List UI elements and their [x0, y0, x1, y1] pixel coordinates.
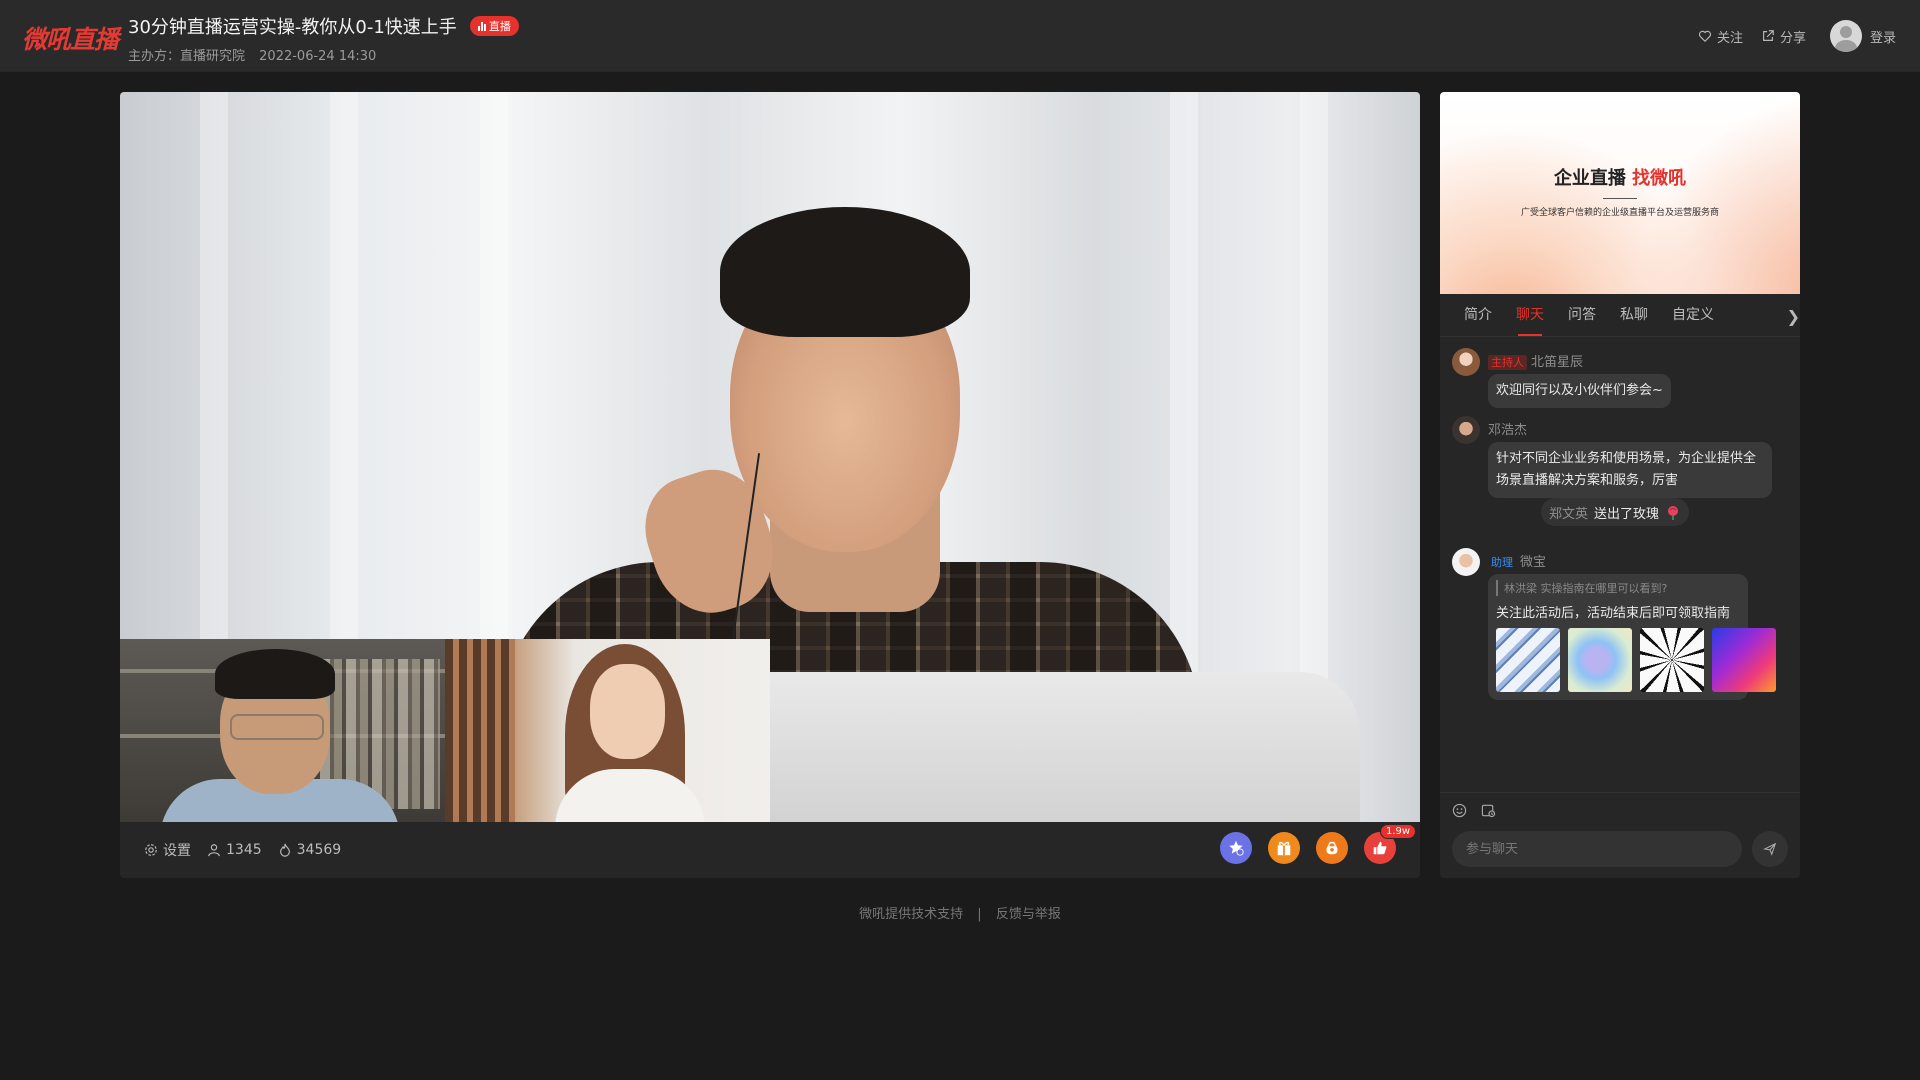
live-badge-label: 直播 — [488, 20, 511, 33]
image-thumbnail[interactable] — [1640, 628, 1704, 692]
share-button[interactable]: 分享 — [1761, 27, 1806, 46]
side-panel: 企业直播 找微吼 广受全球客户信赖的企业级直播平台及运营服务商 简介 聊天 问答… — [1440, 92, 1800, 878]
role-tag-assistant: 助理 — [1491, 556, 1513, 569]
title-block: 30分钟直播运营实操-教你从0-1快速上手 直播 主办方：直播研究院 2022-… — [128, 13, 519, 64]
heat-count-value: 34569 — [296, 842, 342, 858]
login-button[interactable]: 登录 — [1829, 20, 1896, 52]
like-button[interactable]: 1.9w — [1364, 824, 1417, 864]
login-label: 登录 — [1869, 30, 1896, 46]
user-avatar — [1452, 416, 1480, 444]
banner-title-part1: 企业直播 — [1553, 168, 1626, 189]
share-icon — [1763, 30, 1774, 41]
image-upload-icon[interactable] — [1481, 803, 1496, 818]
share-label: 分享 — [1779, 30, 1806, 46]
person-icon — [208, 844, 220, 857]
top-actions: 关注 分享 登录 — [1698, 20, 1896, 52]
guest-video-1[interactable] — [120, 639, 445, 822]
logo[interactable]: 微吼直播 — [22, 20, 119, 56]
guest-video-2[interactable] — [445, 639, 770, 822]
viewer-count: 1345 — [207, 840, 262, 860]
chat-list: 主持人 北笛星辰 欢迎同行以及小伙伴们参会~ 邓浩杰 针对不同企业业务和使用场景，… — [1440, 336, 1800, 784]
gift-text: 送出了玫瑰 — [1594, 506, 1660, 522]
chat-sender: 助理 微宝 — [1488, 551, 1546, 570]
chat-bubble: 针对不同企业业务和使用场景，为企业提供全 场景直播解决方案和服务，厉害 — [1488, 442, 1772, 498]
lucky-bag-icon — [1326, 841, 1338, 855]
viewer-count-value: 1345 — [226, 842, 262, 858]
chat-bubble-line-2: 场景直播解决方案和服务，厉害 — [1496, 473, 1679, 488]
star-clock-icon — [1229, 840, 1244, 856]
chat-bubble: 欢迎同行以及小伙伴们参会~ — [1488, 374, 1671, 408]
chevron-right-icon[interactable]: ❯ — [1787, 307, 1800, 326]
sender-name: 北笛星辰 — [1531, 355, 1584, 370]
event-meta: 主办方：直播研究院 2022-06-24 14:30 — [128, 45, 519, 64]
composer-tools — [1452, 803, 1496, 818]
role-tag-host: 主持人 — [1488, 355, 1527, 370]
chat-input[interactable] — [1452, 831, 1742, 867]
video-player: 设置 1345 34569 1.9w — [120, 92, 1420, 878]
live-badge: 直播 — [469, 16, 519, 36]
sender-name: 微宝 — [1520, 555, 1547, 570]
settings-button[interactable]: 设置 — [144, 840, 191, 860]
quoted-question: 林洪梁 实操指南在哪里可以看到? — [1496, 580, 1667, 596]
laptop — [760, 672, 1360, 822]
send-button[interactable] — [1752, 831, 1788, 867]
tab-qa[interactable]: 问答 — [1556, 294, 1608, 336]
organizer-text: 主办方：直播研究院 — [128, 49, 246, 64]
heat-count: 34569 — [278, 840, 342, 860]
video-toolbar: 设置 1345 34569 1.9w — [120, 822, 1420, 878]
tab-private-chat[interactable]: 私聊 — [1608, 294, 1660, 336]
tab-custom[interactable]: 自定义 — [1660, 294, 1726, 336]
video-stats: 设置 1345 34569 — [144, 840, 341, 860]
live-bars-icon — [477, 21, 486, 31]
tech-support-link[interactable]: 微吼提供技术支持 — [859, 907, 963, 922]
chat-bubble-line-1: 针对不同企业业务和使用场景，为企业提供全 — [1496, 451, 1757, 466]
interaction-buttons: 1.9w — [1220, 824, 1417, 864]
emoji-icon[interactable] — [1452, 803, 1467, 818]
banner-title: 企业直播 找微吼 — [1440, 164, 1800, 190]
chat-sender: 主持人 北笛星辰 — [1488, 351, 1583, 370]
reservation-button[interactable] — [1220, 832, 1252, 864]
banner-title-part2: 找微吼 — [1632, 168, 1687, 189]
top-bar: 微吼直播 30分钟直播运营实操-教你从0-1快速上手 直播 主办方：直播研究院 … — [0, 0, 1920, 72]
follow-label: 关注 — [1716, 30, 1743, 46]
rose-icon — [1668, 506, 1679, 520]
assistant-avatar — [1452, 548, 1480, 576]
like-count-badge: 1.9w — [1380, 824, 1417, 839]
page-footer: 微吼提供技术支持 | 反馈与举报 — [0, 903, 1920, 922]
image-thumbnail[interactable] — [1712, 628, 1776, 692]
promo-banner[interactable]: 企业直播 找微吼 广受全球客户信赖的企业级直播平台及运营服务商 — [1440, 92, 1800, 294]
sender-name: 邓浩杰 — [1488, 423, 1528, 438]
report-link[interactable]: 反馈与举报 — [996, 907, 1061, 922]
flame-icon — [279, 843, 290, 857]
panel-tabs: 简介 聊天 问答 私聊 自定义 ❯ — [1440, 294, 1800, 337]
user-avatar-icon — [1829, 20, 1862, 52]
gift-sender: 郑文英 — [1549, 506, 1589, 522]
gift-button[interactable] — [1268, 832, 1300, 864]
tab-chat[interactable]: 聊天 — [1504, 294, 1556, 336]
gift-icon — [1277, 841, 1291, 856]
event-datetime: 2022-06-24 14:30 — [259, 49, 377, 64]
banner-subtitle: 广受全球客户信赖的企业级直播平台及运营服务商 — [1520, 208, 1719, 218]
page-title: 30分钟直播运营实操-教你从0-1快速上手 — [128, 17, 457, 38]
banner-divider — [1603, 198, 1637, 199]
red-packet-button[interactable] — [1316, 832, 1348, 864]
tab-intro[interactable]: 简介 — [1452, 294, 1504, 336]
gift-notice: 郑文英 送出了玫瑰 — [1541, 498, 1690, 526]
heart-plus-icon — [1698, 30, 1711, 43]
reply-text: 关注此活动后，活动结束后即可领取指南 — [1496, 606, 1731, 621]
follow-button[interactable]: 关注 — [1698, 27, 1743, 46]
image-gallery — [1496, 628, 1776, 692]
image-thumbnail[interactable] — [1496, 628, 1560, 692]
settings-label: 设置 — [163, 843, 191, 859]
send-icon — [1763, 842, 1777, 856]
gear-icon — [145, 844, 157, 856]
reply-bubble: 林洪梁 实操指南在哪里可以看到? 关注此活动后，活动结束后即可领取指南 — [1488, 574, 1776, 700]
thumbs-up-icon — [1373, 841, 1387, 855]
image-thumbnail[interactable] — [1568, 628, 1632, 692]
chat-sender: 邓浩杰 — [1488, 419, 1527, 438]
host-avatar — [1452, 348, 1480, 376]
footer-separator: | — [977, 907, 982, 922]
chat-composer — [1440, 792, 1800, 878]
